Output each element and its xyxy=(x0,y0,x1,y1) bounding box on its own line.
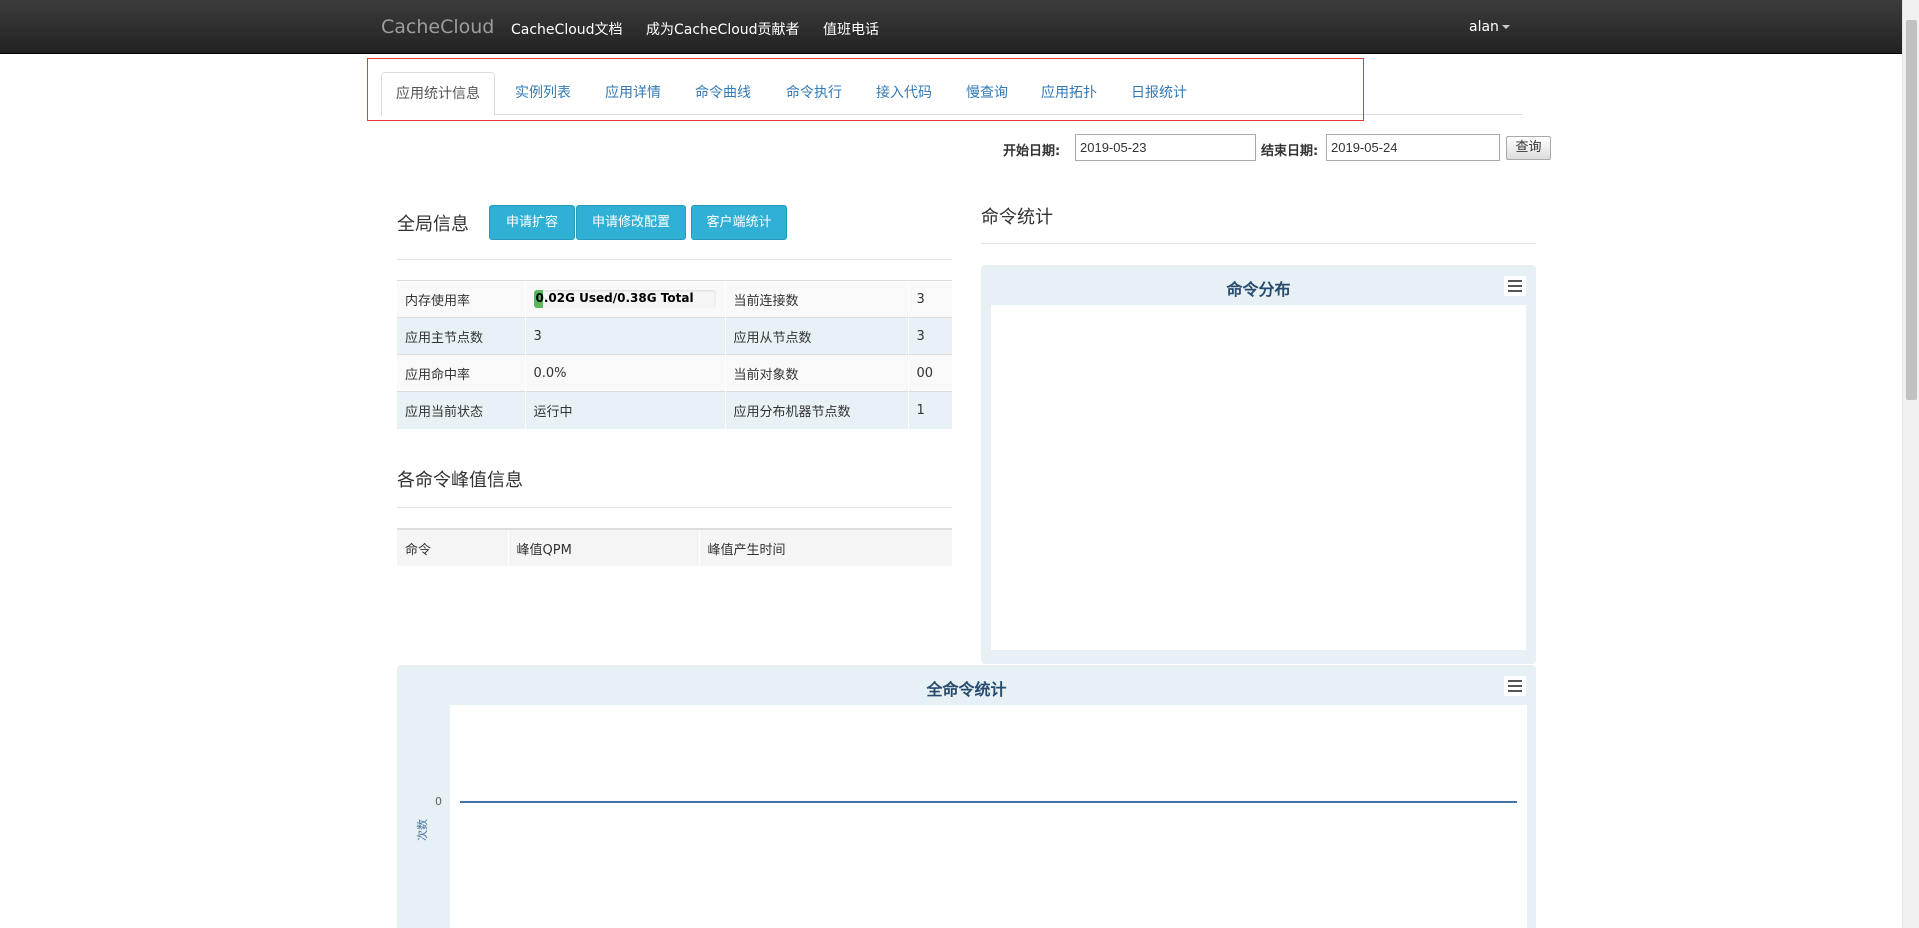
table-cell: 当前对象数 xyxy=(724,354,908,392)
table-cell: 应用分布机器节点数 xyxy=(724,391,908,429)
memory-cell: 0.02G Used/0.38G Total xyxy=(524,280,725,318)
column-header: 命令 xyxy=(397,528,508,566)
scrollbar-thumb[interactable] xyxy=(1906,20,1917,400)
line-plot-area xyxy=(450,705,1527,928)
peak-info-table: 命令 峰值QPM 峰值产生时间 xyxy=(397,528,952,566)
apply-config-button[interactable]: 申请修改配置 xyxy=(576,205,686,240)
caret-down-icon xyxy=(1501,25,1510,29)
table-cell: 应用从节点数 xyxy=(724,317,908,355)
end-date-input[interactable] xyxy=(1326,134,1500,161)
chart-title: 全命令统计 xyxy=(926,680,1007,699)
nav-link-contributor[interactable]: 成为CacheCloud贡献者 xyxy=(646,19,800,39)
top-navbar: CacheCloud CacheCloud文档 成为CacheCloud贡献者 … xyxy=(0,0,1902,54)
divider xyxy=(397,259,952,260)
table-cell: 应用当前状态 xyxy=(397,391,525,429)
table-cell: 1 xyxy=(907,391,952,429)
start-date-input[interactable] xyxy=(1075,134,1256,161)
table-row: 应用主节点数 3 应用从节点数 3 xyxy=(397,317,952,355)
end-date-label: 结束日期: xyxy=(1261,144,1319,159)
table-cell: 应用命中率 xyxy=(397,354,525,392)
divider xyxy=(397,507,952,508)
user-name: alan xyxy=(1469,19,1499,35)
global-info-title: 全局信息 xyxy=(397,214,469,235)
table-cell: 运行中 xyxy=(524,391,725,429)
start-date-label: 开始日期: xyxy=(1003,144,1061,159)
peak-info-title: 各命令峰值信息 xyxy=(397,470,523,491)
nav-link-docs[interactable]: CacheCloud文档 xyxy=(511,19,623,39)
chart-title: 命令分布 xyxy=(1226,280,1291,299)
pie-plot-area xyxy=(991,305,1526,650)
table-header-row: 命令 峰值QPM 峰值产生时间 xyxy=(397,528,952,566)
table-cell: 3 xyxy=(907,317,952,355)
memory-progress-bar: 0.02G Used/0.38G Total xyxy=(533,290,716,308)
page-scrollbar[interactable] xyxy=(1902,0,1919,928)
table-cell: 0.0% xyxy=(524,354,725,392)
divider xyxy=(981,243,1536,244)
table-cell: 00 xyxy=(907,354,952,392)
user-menu[interactable]: alan xyxy=(1469,19,1510,35)
brand-logo[interactable]: CacheCloud xyxy=(381,16,494,38)
tabs-highlight-box xyxy=(367,58,1364,121)
series-line xyxy=(460,801,1517,803)
chart-menu-icon[interactable] xyxy=(1504,676,1526,696)
table-cell: 3 xyxy=(524,317,725,355)
client-stats-button[interactable]: 客户端统计 xyxy=(691,205,787,240)
column-header: 峰值QPM xyxy=(507,528,699,566)
memory-text: 0.02G Used/0.38G Total xyxy=(535,291,694,305)
chart-menu-icon[interactable] xyxy=(1504,276,1526,296)
column-header: 峰值产生时间 xyxy=(698,528,952,566)
connections-value: 3 xyxy=(907,280,952,318)
command-stats-title: 命令统计 xyxy=(981,207,1053,228)
nav-link-oncall[interactable]: 值班电话 xyxy=(823,19,879,39)
y-tick-label: 0 xyxy=(435,795,442,808)
query-button[interactable]: 查询 xyxy=(1506,136,1551,160)
table-row: 应用命中率 0.0% 当前对象数 00 xyxy=(397,354,952,392)
apply-scale-button[interactable]: 申请扩容 xyxy=(489,205,575,240)
all-commands-chart: 全命令统计 0 次数 xyxy=(397,665,1536,928)
pie-chart-svg xyxy=(991,305,1526,650)
command-distribution-chart: 命令分布 xyxy=(981,265,1536,664)
connections-label: 当前连接数 xyxy=(724,280,908,318)
table-row: 应用当前状态 运行中 应用分布机器节点数 1 xyxy=(397,391,952,429)
table-row: 内存使用率 0.02G Used/0.38G Total 当前连接数 3 xyxy=(397,280,952,318)
y-axis-title: 次数 xyxy=(416,819,429,841)
memory-label: 内存使用率 xyxy=(397,280,525,318)
table-cell: 应用主节点数 xyxy=(397,317,525,355)
global-info-table: 内存使用率 0.02G Used/0.38G Total 当前连接数 3 应用主… xyxy=(397,280,952,429)
